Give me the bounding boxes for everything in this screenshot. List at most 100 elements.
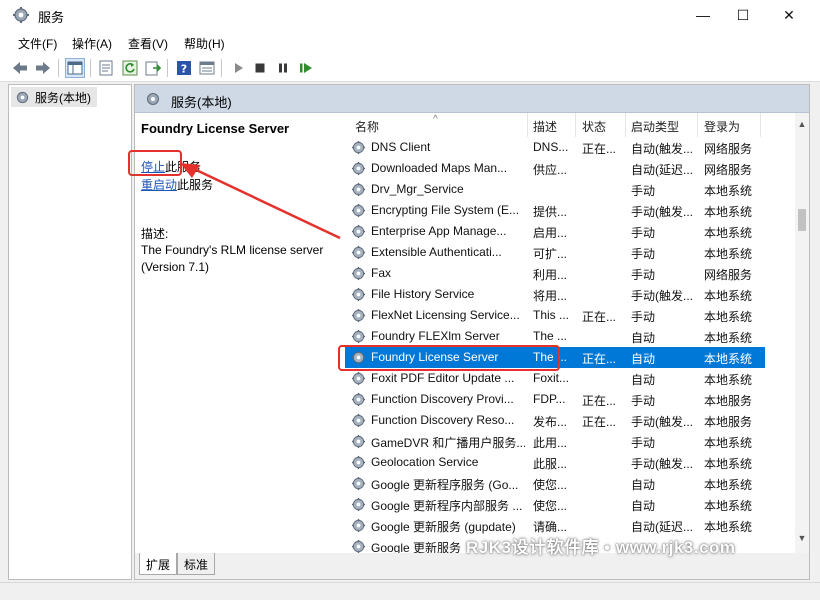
table-row[interactable]: DNS Client DNS... 正在... 自动(触发... 网络服务 (345, 137, 765, 158)
help-button[interactable]: ? (174, 58, 194, 78)
table-row[interactable]: Google 更新程序服务 (Go... 使您... 自动 本地系统 (345, 473, 765, 494)
content-header-title: 服务(本地) (171, 95, 232, 110)
table-row[interactable]: Drv_Mgr_Service 手动 本地系统 (345, 179, 765, 200)
table-row[interactable]: FlexNet Licensing Service... This ... 正在..… (345, 305, 765, 326)
cell-description: 提供... (533, 205, 568, 219)
table-row[interactable]: Fax 利用... 手动 网络服务 (345, 263, 765, 284)
cell-logon-as: 本地系统 (704, 226, 753, 240)
cell-name: Drv_Mgr_Service (371, 182, 464, 196)
cell-startup-type: 手动 (631, 247, 656, 261)
table-row[interactable]: File History Service 将用... 手动(触发... 本地系统 (345, 284, 765, 305)
tree-item-services-local[interactable]: 服务(本地) (11, 87, 97, 107)
vertical-scrollbar[interactable]: ▲ ▼ (795, 113, 809, 553)
service-gear-icon (351, 224, 366, 239)
service-gear-icon (351, 413, 366, 428)
cell-name: Enterprise App Manage... (371, 224, 507, 238)
tab-standard[interactable]: 标准 (177, 553, 216, 575)
services-list: 名称 ^ 描述 状态 启动类型 登录为 DNS Client DNS... 正在..… (341, 113, 809, 553)
scrollbar-thumb[interactable] (798, 209, 806, 231)
cell-startup-type: 手动 (631, 184, 656, 198)
window-title: 服务 (38, 10, 65, 25)
table-row[interactable]: Downloaded Maps Man... 供应... 自动(延迟... 网络服务 (345, 158, 765, 179)
cell-logon-as: 本地系统 (704, 331, 753, 345)
column-header-status[interactable]: 状态 (582, 118, 606, 135)
start-service-button[interactable] (228, 58, 248, 78)
service-gear-icon (351, 371, 366, 386)
cell-logon-as: 本地系统 (704, 184, 753, 198)
table-row[interactable]: Foundry FLEXlm Server The ... 自动 本地系统 (345, 326, 765, 347)
console-tree: 服务(本地) (8, 84, 132, 580)
restart-icon (300, 63, 312, 73)
scroll-down-icon[interactable]: ▼ (795, 533, 809, 545)
cell-name: Downloaded Maps Man... (371, 161, 508, 175)
details-view-button[interactable] (197, 58, 217, 78)
pause-service-button[interactable] (273, 58, 293, 78)
column-header-name[interactable]: 名称 (355, 118, 379, 135)
cell-startup-type: 手动(触发... (631, 289, 693, 303)
tab-extended[interactable]: 扩展 (139, 553, 178, 575)
table-row[interactable]: GameDVR 和广播用户服务... 此用... 手动 本地系统 (345, 431, 765, 452)
table-row[interactable]: Function Discovery Provi... FDP... 正在... 手动… (345, 389, 765, 410)
table-row[interactable]: Function Discovery Reso... 发布... 正在... 手动(触… (345, 410, 765, 431)
cell-logon-as: 网络服务 (704, 163, 753, 177)
help-icon: ? (177, 61, 191, 76)
show-hide-console-tree-button[interactable] (65, 58, 85, 78)
menu-help[interactable]: 帮助(H) (184, 35, 225, 52)
scroll-up-icon[interactable]: ▲ (795, 119, 809, 131)
properties-button[interactable] (96, 58, 116, 78)
column-divider (760, 113, 761, 137)
back-button[interactable] (10, 58, 30, 78)
table-row[interactable]: Foxit PDF Editor Update ... Foxit... 自动 本地系… (345, 368, 765, 389)
sort-ascending-icon: ^ (433, 114, 438, 125)
column-header-description[interactable]: 描述 (533, 118, 557, 135)
cell-logon-as: 本地系统 (704, 205, 753, 219)
stop-service-button[interactable] (250, 58, 270, 78)
table-row[interactable]: Encrypting File System (E... 提供... 手动(触发..… (345, 200, 765, 221)
table-row[interactable]: Extensible Authenticati... 可扩... 手动 本地系统 (345, 242, 765, 263)
cell-logon-as: 本地服务 (704, 415, 753, 429)
column-header-logon-as[interactable]: 登录为 (704, 118, 740, 135)
table-row[interactable]: Geolocation Service 此服... 手动(触发... 本地系统 (345, 452, 765, 473)
export-list-button[interactable] (143, 58, 163, 78)
cell-name: Google 更新程序服务 (Go... (371, 478, 519, 492)
menu-view[interactable]: 查看(V) (128, 35, 168, 52)
cell-startup-type: 自动 (631, 478, 656, 492)
service-gear-icon (351, 182, 366, 197)
cell-startup-type: 自动 (631, 331, 656, 345)
maximize-button[interactable]: ☐ (720, 0, 766, 30)
selected-service-name: Foundry License Server (141, 121, 290, 136)
cell-startup-type: 自动 (631, 499, 656, 513)
cell-description: DNS... (533, 140, 569, 154)
cell-logon-as: 本地系统 (704, 289, 753, 303)
services-gear-icon (16, 91, 29, 104)
cell-description: 将用... (533, 289, 568, 303)
cell-name: Foxit PDF Editor Update ... (371, 371, 515, 385)
table-row[interactable]: Google 更新程序内部服务 ... 使您... 自动 本地系统 (345, 494, 765, 515)
toolbar: ? (0, 55, 820, 82)
table-row[interactable]: Enterprise App Manage... 启用... 手动 本地系统 (345, 221, 765, 242)
cell-description: The ... (533, 329, 568, 343)
cell-name: DNS Client (371, 140, 431, 154)
cell-startup-type: 手动 (631, 436, 656, 450)
restart-service-button[interactable] (296, 58, 316, 78)
title-bar: 服务 — ☐ ✕ (0, 0, 820, 30)
cell-description: 此服... (533, 457, 568, 471)
refresh-button[interactable] (120, 58, 140, 78)
cell-status: 正在... (582, 415, 617, 429)
cell-logon-as: 本地服务 (704, 394, 753, 408)
forward-button[interactable] (33, 58, 53, 78)
description-label: 描述: (141, 227, 169, 241)
menu-file[interactable]: 文件(F) (18, 35, 57, 52)
close-button[interactable]: ✕ (766, 0, 812, 30)
menu-action[interactable]: 操作(A) (72, 35, 112, 52)
service-gear-icon (351, 266, 366, 281)
cell-name: Function Discovery Provi... (371, 392, 514, 406)
column-header-startup-type[interactable]: 启动类型 (631, 118, 679, 135)
cell-name: Extensible Authenticati... (371, 245, 502, 259)
cell-logon-as: 本地系统 (704, 373, 753, 387)
cell-description: This ... (533, 308, 570, 322)
service-gear-icon (351, 245, 366, 260)
watermark-text: RJK3设计软件库 • www.rjk3.com (466, 538, 736, 557)
minimize-icon: — (696, 7, 710, 23)
cell-name: Encrypting File System (E... (371, 203, 520, 217)
